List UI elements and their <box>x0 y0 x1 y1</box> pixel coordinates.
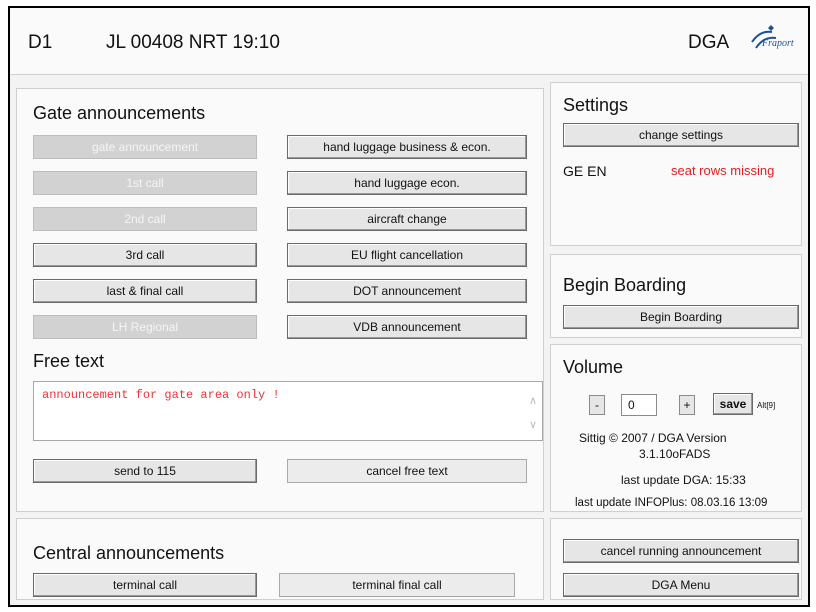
volume-panel: Volume - 0 + save Alt[9] Sittig © 2007 /… <box>550 344 802 512</box>
change-settings-button[interactable]: change settings <box>563 123 799 147</box>
central-announcements-title: Central announcements <box>33 543 225 563</box>
gate-announcement-button[interactable]: gate announcement <box>33 135 257 159</box>
dga-window: D1 JL 00408 NRT 19:10 DGA Fraport Gate a… <box>8 6 810 607</box>
hand-luggage-econ-button[interactable]: hand luggage econ. <box>287 171 527 195</box>
app-name: DGA <box>688 32 730 53</box>
copyright-line1: Sittig © 2007 / DGA Version <box>579 431 727 445</box>
lh-regional-button[interactable]: LH Regional <box>33 315 257 339</box>
second-call-button[interactable]: 2nd call <box>33 207 257 231</box>
last-update-dga: last update DGA: 15:33 <box>621 473 746 487</box>
dot-announcement-button[interactable]: DOT announcement <box>287 279 527 303</box>
cancel-running-announcement-button[interactable]: cancel running announcement <box>563 539 799 563</box>
last-update-infoplus: last update INFOPlus: 08.03.16 13:09 <box>575 497 768 509</box>
fraport-logo: Fraport <box>748 22 806 62</box>
gate-announcements-panel: Gate announcements gate announcement 1st… <box>16 88 544 512</box>
begin-boarding-title: Begin Boarding <box>563 275 687 295</box>
begin-boarding-button[interactable]: Begin Boarding <box>563 305 799 329</box>
scroll-down-icon[interactable]: ∨ <box>526 418 540 431</box>
begin-boarding-panel: Begin Boarding Begin Boarding <box>550 254 802 338</box>
eu-flight-cancellation-button[interactable]: EU flight cancellation <box>287 243 527 267</box>
copyright-line2: 3.1.10oFADS <box>639 447 711 461</box>
cancel-free-text-button[interactable]: cancel free text <box>287 459 527 483</box>
save-shortcut-label: Alt[9] <box>757 401 776 410</box>
volume-title: Volume <box>563 357 624 377</box>
gate-announcements-title: Gate announcements <box>33 103 206 123</box>
logo-text: Fraport <box>762 38 794 49</box>
volume-increase-button[interactable]: + <box>679 395 695 415</box>
dga-menu-button[interactable]: DGA Menu <box>563 573 799 597</box>
languages-label: GE EN <box>563 163 607 179</box>
settings-title: Settings <box>563 95 629 115</box>
first-call-button[interactable]: 1st call <box>33 171 257 195</box>
free-text-input[interactable]: announcement for gate area only ! ∧ ∨ <box>33 381 543 441</box>
last-final-call-button[interactable]: last & final call <box>33 279 257 303</box>
seat-rows-warning: seat rows missing <box>671 163 775 178</box>
free-text-value: announcement for gate area only ! <box>42 388 280 402</box>
terminal-call-button[interactable]: terminal call <box>33 573 257 597</box>
header-bar: D1 JL 00408 NRT 19:10 DGA Fraport <box>10 8 808 75</box>
volume-input[interactable]: 0 <box>621 394 657 416</box>
flight-info: JL 00408 NRT 19:10 <box>106 32 280 53</box>
scroll-up-icon[interactable]: ∧ <box>526 394 540 407</box>
terminal-final-call-button[interactable]: terminal final call <box>279 573 515 597</box>
central-announcements-panel: Central announcements terminal call term… <box>16 518 544 600</box>
volume-decrease-button[interactable]: - <box>589 395 605 415</box>
volume-save-button[interactable]: save <box>713 393 753 415</box>
free-text-scrollbar[interactable]: ∧ ∨ <box>526 386 540 438</box>
footer-actions-panel: cancel running announcement DGA Menu <box>550 518 802 600</box>
third-call-button[interactable]: 3rd call <box>33 243 257 267</box>
vdb-announcement-button[interactable]: VDB announcement <box>287 315 527 339</box>
aircraft-change-button[interactable]: aircraft change <box>287 207 527 231</box>
gate-label: D1 <box>28 32 53 53</box>
settings-panel: Settings change settings GE EN seat rows… <box>550 82 802 246</box>
hand-luggage-business-econ-button[interactable]: hand luggage business & econ. <box>287 135 527 159</box>
free-text-title: Free text <box>33 351 105 371</box>
send-free-text-button[interactable]: send to 115 <box>33 459 257 483</box>
